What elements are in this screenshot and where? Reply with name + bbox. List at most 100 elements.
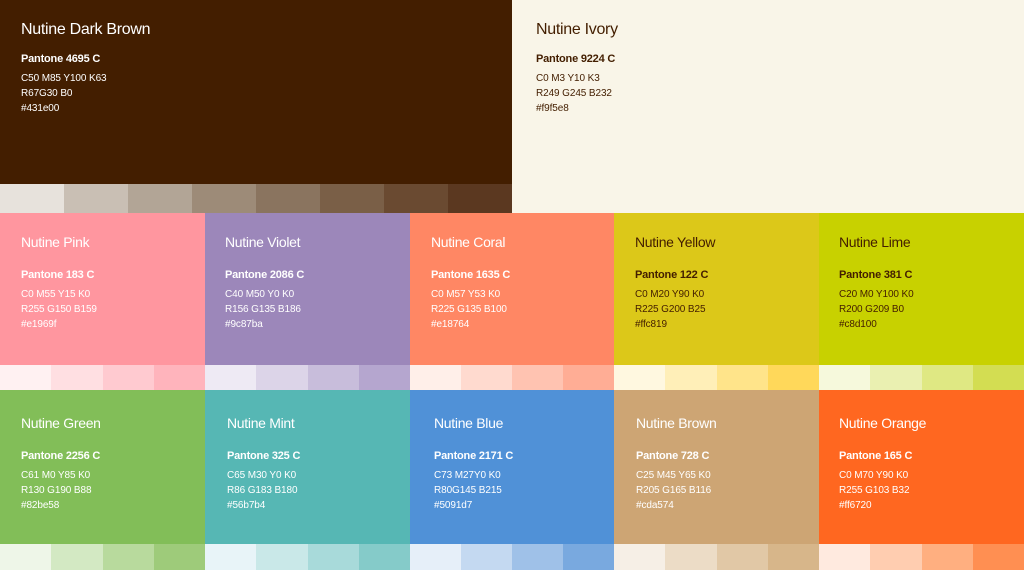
tint-chip (614, 544, 666, 570)
swatch-rgb: R200 G209 B0 (839, 304, 904, 315)
swatch-violet: Nutine Violet Pantone 2086 C C40 M50 Y0 … (205, 213, 410, 390)
swatch-hex: #82be58 (21, 500, 60, 511)
swatch-pantone: Pantone 325 C (227, 450, 301, 462)
swatch-name: Nutine Lime (839, 234, 911, 250)
swatch-rgb: R205 G165 B116 (636, 485, 712, 496)
tint-chip (307, 365, 359, 390)
swatch-ivory: Nutine Ivory Pantone 9224 C C0 M3 Y10 K3… (512, 0, 1024, 213)
swatch-pantone: Pantone 1635 C (431, 269, 511, 281)
tint-chip (256, 544, 308, 570)
tint-chip (51, 365, 103, 390)
swatch-cmyk: C20 M0 Y100 K0 (839, 289, 914, 300)
swatch-pantone: Pantone 165 C (839, 450, 913, 462)
swatch-pantone: Pantone 4695 C (21, 53, 101, 65)
tint-chip (410, 544, 461, 570)
tint-chip (128, 184, 192, 213)
tint-chip (819, 365, 871, 390)
tint-chip (716, 544, 768, 570)
swatch-orange: Nutine Orange Pantone 165 C C0 M70 Y90 K… (819, 390, 1024, 570)
swatch-hex: #ffc819 (635, 319, 667, 330)
swatch-hex: #e18764 (431, 319, 470, 330)
tint-chip (256, 184, 320, 213)
tint-strip (614, 544, 819, 570)
swatch-hex: #e1969f (21, 319, 57, 330)
swatch-name: Nutine Green (21, 415, 101, 431)
swatch-cmyk: C0 M70 Y90 K0 (839, 470, 909, 481)
swatch-rgb: R80G145 B215 (434, 485, 502, 496)
tint-chip (153, 544, 205, 570)
swatch-rgb: R249 G245 B232 (536, 88, 612, 99)
swatch-hex: #ff6720 (839, 500, 872, 511)
tint-chip (307, 544, 359, 570)
swatch-cmyk: C40 M50 Y0 K0 (225, 289, 295, 300)
swatch-cmyk: C73 M27Y0 K0 (434, 470, 501, 481)
tint-chip (767, 544, 819, 570)
swatch-name: Nutine Dark Brown (21, 21, 151, 38)
tint-chip (0, 184, 64, 213)
swatch-cmyk: C61 M0 Y85 K0 (21, 470, 91, 481)
tint-chip (665, 544, 717, 570)
tint-chip (921, 365, 973, 390)
tint-chip (563, 544, 614, 570)
swatch-hex: #5091d7 (434, 500, 473, 511)
swatch-pantone: Pantone 122 C (635, 269, 709, 281)
tint-chip (870, 365, 922, 390)
tint-chip (448, 184, 512, 213)
swatch-mint: Nutine Mint Pantone 325 C C65 M30 Y0 K0 … (205, 390, 410, 570)
swatch-rgb: R130 G190 B88 (21, 485, 92, 496)
swatch-rgb: R225 G135 B100 (431, 304, 507, 315)
tint-chip (0, 365, 52, 390)
swatch-rgb: R255 G150 B159 (21, 304, 97, 315)
tint-strip (819, 365, 1024, 390)
swatch-hex: #56b7b4 (227, 500, 266, 511)
tint-chip (921, 544, 973, 570)
swatch-name: Nutine Mint (227, 415, 295, 431)
tint-chip (972, 365, 1024, 390)
swatch-pantone: Pantone 2086 C (225, 269, 305, 281)
swatch-brown: Nutine Brown Pantone 728 C C25 M45 Y65 K… (614, 390, 819, 570)
tint-chip (205, 365, 257, 390)
tint-chip (767, 365, 819, 390)
swatch-coral: Nutine Coral Pantone 1635 C C0 M57 Y53 K… (410, 213, 614, 390)
swatch-name: Nutine Blue (434, 415, 504, 431)
tint-chip (870, 544, 922, 570)
swatch-cmyk: C25 M45 Y65 K0 (636, 470, 711, 481)
tint-chip (358, 544, 410, 570)
tint-strip (410, 544, 614, 570)
swatch-pantone: Pantone 9224 C (536, 53, 616, 65)
swatch-cmyk: C0 M20 Y90 K0 (635, 289, 705, 300)
swatch-lime: Nutine Lime Pantone 381 C C20 M0 Y100 K0… (819, 213, 1024, 390)
swatch-name: Nutine Coral (431, 234, 506, 250)
swatch-rgb: R67G30 B0 (21, 88, 73, 99)
tint-strip (0, 365, 205, 390)
swatch-hex: #c8d100 (839, 319, 877, 330)
swatch-blue: Nutine Blue Pantone 2171 C C73 M27Y0 K0 … (410, 390, 614, 570)
swatch-name: Nutine Orange (839, 415, 927, 431)
swatch-hex: #cda574 (636, 500, 674, 511)
tint-chip (972, 544, 1024, 570)
tint-chip (64, 184, 128, 213)
tint-chip (461, 365, 512, 390)
tint-chip (410, 365, 461, 390)
swatch-cmyk: C50 M85 Y100 K63 (21, 73, 107, 84)
swatch-pink: Nutine Pink Pantone 183 C C0 M55 Y15 K0 … (0, 213, 205, 390)
swatch-rgb: R86 G183 B180 (227, 485, 298, 496)
swatch-name: Nutine Ivory (536, 21, 618, 38)
tint-chip (51, 544, 103, 570)
swatch-rgb: R156 G135 B186 (225, 304, 301, 315)
swatch-rgb: R225 G200 B25 (635, 304, 706, 315)
tint-chip (819, 544, 871, 570)
swatch-hex: #431e00 (21, 103, 60, 114)
tint-strip (0, 544, 205, 570)
swatch-cmyk: C65 M30 Y0 K0 (227, 470, 297, 481)
swatch-pantone: Pantone 2256 C (21, 450, 101, 462)
swatch-name: Nutine Brown (636, 415, 717, 431)
swatch-pantone: Pantone 2171 C (434, 450, 514, 462)
tint-chip (358, 365, 410, 390)
tint-chip (320, 184, 384, 213)
swatch-green: Nutine Green Pantone 2256 C C61 M0 Y85 K… (0, 390, 205, 570)
tint-chip (614, 365, 666, 390)
tint-strip (205, 544, 410, 570)
tint-chip (102, 544, 154, 570)
swatch-hex: #f9f5e8 (536, 103, 569, 114)
